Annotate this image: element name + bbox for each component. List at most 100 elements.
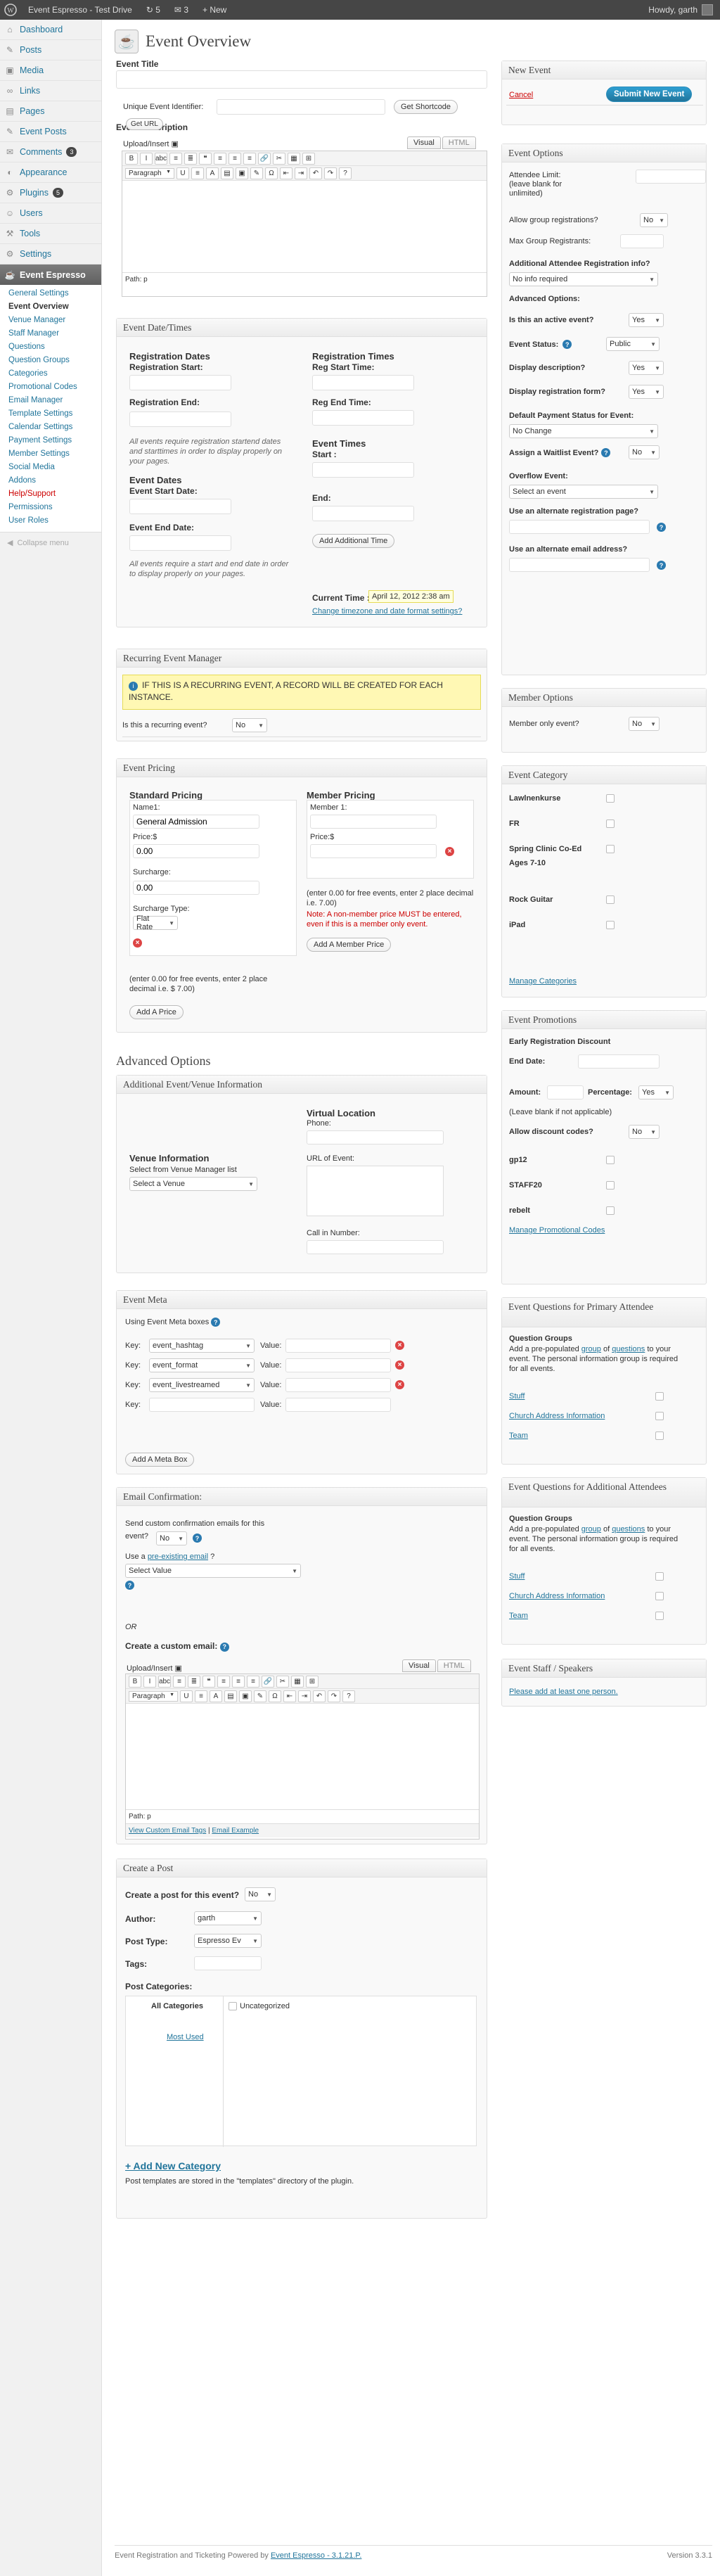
questions-primary-title[interactable]: Event Questions for Primary Attendee bbox=[502, 1298, 706, 1327]
surcharge-input[interactable] bbox=[133, 881, 259, 895]
price-input[interactable] bbox=[133, 844, 259, 858]
preexisting-email-select[interactable]: Select Value ▼ bbox=[125, 1564, 301, 1578]
create-post-title[interactable]: Create a Post bbox=[117, 1859, 487, 1877]
question-group-checkbox[interactable] bbox=[655, 1432, 664, 1440]
updates-link[interactable]: ↻ 5 bbox=[139, 0, 167, 20]
toolbar-button[interactable]: B bbox=[125, 152, 138, 165]
submenu-item-question-groups[interactable]: Question Groups bbox=[0, 354, 101, 367]
question-group-link[interactable]: Stuff bbox=[509, 1392, 525, 1401]
member-options-title[interactable]: Member Options bbox=[502, 689, 706, 707]
sidebar-item-event-espresso[interactable]: ☕ Event Espresso bbox=[0, 264, 101, 285]
recurring-select[interactable]: No ▼ bbox=[232, 718, 267, 732]
group-link[interactable]: group bbox=[581, 1525, 601, 1534]
max-group-input[interactable] bbox=[620, 234, 664, 248]
meta-key-select[interactable]: event_hashtag ▼ bbox=[149, 1339, 255, 1353]
get-shortcode-button[interactable]: Get Shortcode bbox=[394, 100, 458, 114]
submenu-item-permissions[interactable]: Permissions bbox=[0, 501, 101, 514]
datetimes-title[interactable]: Event Date/Times bbox=[117, 319, 487, 337]
submenu-item-email-manager[interactable]: Email Manager bbox=[0, 394, 101, 407]
collapse-menu-button[interactable]: ◀ Collapse menu bbox=[0, 533, 101, 553]
toolbar-button[interactable]: abc bbox=[158, 1675, 171, 1688]
toolbar-button[interactable]: ▦ bbox=[288, 152, 300, 165]
phone-input[interactable] bbox=[307, 1130, 444, 1144]
delete-meta-icon[interactable]: × bbox=[395, 1360, 404, 1370]
toolbar-button[interactable]: ≡ bbox=[195, 1690, 207, 1702]
toolbar-button[interactable]: ≣ bbox=[188, 1675, 200, 1688]
registration-start-input[interactable] bbox=[129, 375, 231, 390]
tags-input[interactable] bbox=[194, 1956, 262, 1970]
question-group-checkbox[interactable] bbox=[655, 1572, 664, 1581]
percentage-select[interactable]: Yes ▼ bbox=[638, 1085, 674, 1099]
submenu-item-calendar-settings[interactable]: Calendar Settings bbox=[0, 421, 101, 434]
toolbar-button[interactable]: ⇥ bbox=[298, 1690, 311, 1702]
event-status-select[interactable]: Public ▼ bbox=[606, 337, 660, 351]
cancel-link[interactable]: Cancel bbox=[509, 91, 533, 99]
new-event-title[interactable]: New Event bbox=[502, 61, 706, 79]
toolbar-button[interactable]: ✎ bbox=[250, 167, 263, 179]
delete-meta-icon[interactable]: × bbox=[395, 1380, 404, 1389]
change-timezone-link[interactable]: Change timezone and date format settings… bbox=[312, 607, 462, 616]
event-promotions-title[interactable]: Event Promotions bbox=[502, 1011, 706, 1029]
promo-code-checkbox[interactable] bbox=[606, 1206, 615, 1215]
toolbar-button[interactable]: U bbox=[176, 167, 189, 179]
member-price-input[interactable] bbox=[310, 844, 437, 858]
active-event-select[interactable]: Yes ▼ bbox=[629, 313, 664, 327]
toolbar-button[interactable]: Ω bbox=[265, 167, 278, 179]
meta-key-select[interactable]: event_format ▼ bbox=[149, 1358, 255, 1372]
toolbar-button[interactable]: ≡ bbox=[243, 152, 256, 165]
venue-title[interactable]: Additional Event/Venue Information bbox=[117, 1076, 487, 1094]
submenu-item-staff-manager[interactable]: Staff Manager bbox=[0, 327, 101, 340]
submenu-item-user-roles[interactable]: User Roles bbox=[0, 514, 101, 528]
delete-price-icon[interactable]: × bbox=[133, 938, 142, 948]
sidebar-item-comments[interactable]: ✉ Comments 3 bbox=[0, 142, 101, 162]
add-new-category-link[interactable]: + Add New Category bbox=[125, 2160, 221, 2172]
most-used-tab[interactable]: Most Used bbox=[167, 2033, 204, 2041]
category-checkbox[interactable] bbox=[606, 845, 615, 853]
view-email-tags-link[interactable]: View Custom Email Tags bbox=[129, 1827, 206, 1835]
sidebar-item-settings[interactable]: ⚙ Settings bbox=[0, 244, 101, 264]
toolbar-button[interactable]: ↶ bbox=[309, 167, 322, 179]
submenu-item-promotional-codes[interactable]: Promotional Codes bbox=[0, 381, 101, 394]
submit-new-event-button[interactable]: Submit New Event bbox=[606, 87, 693, 102]
format-select[interactable]: Paragraph ▼ bbox=[129, 1690, 178, 1702]
footer-event-espresso-link[interactable]: Event Espresso - 3.1.21.P. bbox=[271, 2551, 361, 2560]
group-registration-select[interactable]: No ▼ bbox=[640, 213, 668, 227]
toolbar-button[interactable]: ≣ bbox=[184, 152, 197, 165]
delete-meta-icon[interactable]: × bbox=[395, 1341, 404, 1350]
toolbar-button[interactable]: ↶ bbox=[313, 1690, 326, 1702]
toolbar-button[interactable]: ? bbox=[342, 1690, 355, 1702]
toolbar-button[interactable]: ▣ bbox=[236, 167, 248, 179]
question-group-link[interactable]: Team bbox=[509, 1612, 528, 1620]
sidebar-item-plugins[interactable]: ⚙ Plugins 5 bbox=[0, 183, 101, 203]
toolbar-button[interactable]: ↷ bbox=[324, 167, 337, 179]
toolbar-button[interactable]: ≡ bbox=[173, 1675, 186, 1688]
toolbar-button[interactable]: ≡ bbox=[214, 152, 226, 165]
new-content-link[interactable]: + New bbox=[195, 0, 233, 20]
sidebar-item-event-posts[interactable]: ✎ Event Posts bbox=[0, 122, 101, 142]
question-group-checkbox[interactable] bbox=[655, 1612, 664, 1620]
event-end-date-input[interactable] bbox=[129, 535, 231, 551]
submenu-item-addons[interactable]: Addons bbox=[0, 474, 101, 487]
waitlist-select[interactable]: No ▼ bbox=[629, 445, 660, 459]
meta-key-select[interactable]: event_livestreamed ▼ bbox=[149, 1378, 255, 1392]
toolbar-button[interactable]: ⊞ bbox=[306, 1675, 319, 1688]
editor-content-area[interactable] bbox=[122, 181, 487, 272]
reg-end-time-input[interactable] bbox=[312, 410, 414, 426]
help-icon[interactable]: ? bbox=[657, 561, 666, 570]
add-member-price-button[interactable]: Add A Member Price bbox=[307, 938, 392, 952]
user-menu[interactable]: Howdy, garth bbox=[648, 4, 720, 15]
help-icon[interactable]: ? bbox=[657, 523, 666, 532]
manage-categories-link[interactable]: Manage Categories bbox=[509, 977, 577, 986]
toolbar-button[interactable]: U bbox=[180, 1690, 193, 1702]
toolbar-button[interactable]: ⊞ bbox=[302, 152, 315, 165]
wordpress-logo-icon[interactable]: W bbox=[0, 0, 21, 20]
toolbar-button[interactable]: ▣ bbox=[239, 1690, 252, 1702]
toolbar-button[interactable]: ≡ bbox=[217, 1675, 230, 1688]
tab-html[interactable]: HTML bbox=[442, 136, 476, 149]
sidebar-item-posts[interactable]: ✎ Posts bbox=[0, 40, 101, 60]
get-url-button[interactable]: Get URL bbox=[126, 118, 163, 130]
reg-start-time-input[interactable] bbox=[312, 375, 414, 390]
recurring-title[interactable]: Recurring Event Manager bbox=[117, 649, 487, 668]
attendee-limit-input[interactable] bbox=[636, 170, 706, 184]
event-start-date-input[interactable] bbox=[129, 499, 231, 514]
